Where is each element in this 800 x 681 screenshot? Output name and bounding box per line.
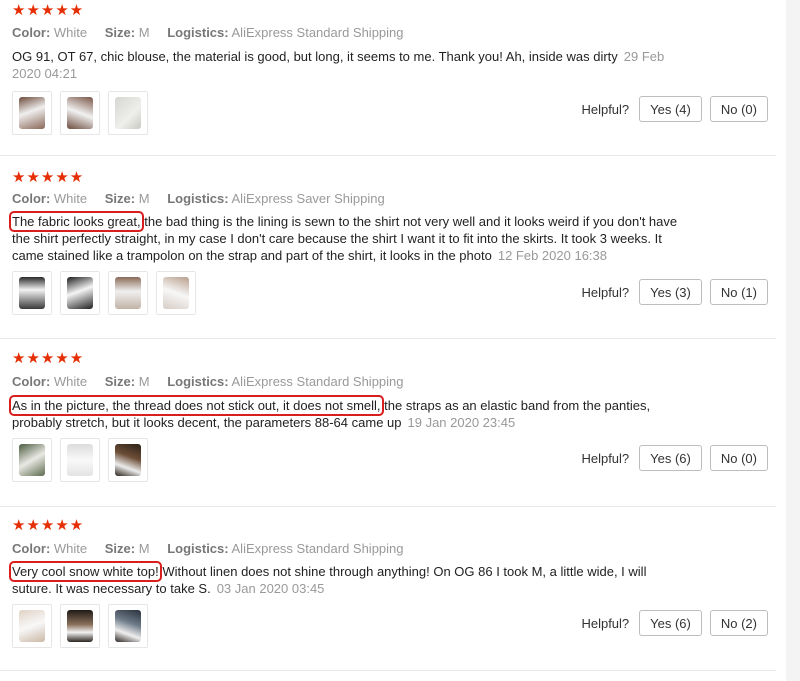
review-photos — [12, 271, 196, 315]
review-photo-thumbnail[interactable] — [12, 438, 52, 482]
rating-stars: ★★★★★ — [12, 350, 85, 367]
review-meta: Color: White Size: M Logistics: AliExpre… — [12, 374, 418, 390]
logistics-label: Logistics: — [167, 191, 229, 206]
color-value: White — [53, 191, 88, 206]
photo-2 — [67, 97, 93, 129]
rating-stars: ★★★★★ — [12, 2, 85, 19]
review-date: 12 Feb 2020 16:38 — [497, 248, 607, 263]
helpful-yes-button[interactable]: Yes (3) — [639, 279, 702, 305]
color-label: Color: — [12, 25, 51, 40]
helpful-controls: Helpful? Yes (3) No (1) — [581, 279, 768, 305]
review-photo-thumbnail[interactable] — [108, 604, 148, 648]
logistics-value: AliExpress Saver Shipping — [231, 191, 385, 206]
helpful-controls: Helpful? Yes (6) No (2) — [581, 610, 768, 636]
photo-1 — [19, 97, 45, 129]
size-label: Size: — [104, 191, 136, 206]
photo-3 — [115, 277, 141, 309]
logistics-label: Logistics: — [167, 374, 229, 389]
helpful-yes-button[interactable]: Yes (6) — [639, 445, 702, 471]
photo-2 — [67, 277, 93, 309]
logistics-value: AliExpress Standard Shipping — [231, 25, 404, 40]
rating-stars: ★★★★★ — [12, 169, 85, 186]
helpful-label: Helpful? — [581, 615, 630, 631]
photo-2 — [67, 444, 93, 476]
review-date: 03 Jan 2020 03:45 — [216, 581, 325, 596]
photo-2 — [67, 610, 93, 642]
review-meta: Color: White Size: M Logistics: AliExpre… — [12, 541, 418, 557]
helpful-label: Helpful? — [581, 450, 630, 466]
review-photo-thumbnail[interactable] — [12, 604, 52, 648]
color-value: White — [53, 374, 88, 389]
review-item: ★★★★★ Color: White Size: M Logistics: Al… — [0, 338, 776, 507]
photo-1 — [19, 610, 45, 642]
color-value: White — [53, 541, 88, 556]
color-label: Color: — [12, 374, 51, 389]
review-photos — [12, 604, 148, 648]
review-text: As in the picture, the thread does not s… — [9, 395, 682, 431]
logistics-label: Logistics: — [167, 25, 229, 40]
review-text: The fabric looks great, the bad thing is… — [9, 211, 682, 264]
review-photo-thumbnail[interactable] — [156, 271, 196, 315]
size-label: Size: — [104, 25, 136, 40]
review-photo-thumbnail[interactable] — [12, 91, 52, 135]
size-value: M — [138, 374, 150, 389]
photo-1 — [19, 277, 45, 309]
review-photos — [12, 438, 148, 482]
review-photos — [12, 91, 148, 135]
rating-stars: ★★★★★ — [12, 517, 85, 534]
helpful-label: Helpful? — [581, 101, 630, 117]
helpful-no-button[interactable]: No (2) — [709, 610, 768, 636]
review-photo-thumbnail[interactable] — [60, 604, 100, 648]
review-photo-thumbnail[interactable] — [108, 438, 148, 482]
review-item: ★★★★★ Color: White Size: M Logistics: Al… — [0, 0, 776, 156]
highlighted-phrase: Very cool snow white top! — [9, 561, 162, 582]
review-text: Very cool snow white top! Without linen … — [9, 561, 682, 597]
review-item: ★★★★★ Color: White Size: M Logistics: Al… — [0, 155, 776, 339]
review-photo-thumbnail[interactable] — [108, 91, 148, 135]
review-photo-thumbnail[interactable] — [60, 91, 100, 135]
color-label: Color: — [12, 541, 51, 556]
photo-3 — [115, 444, 141, 476]
helpful-yes-button[interactable]: Yes (4) — [639, 96, 702, 122]
review-photo-thumbnail[interactable] — [108, 271, 148, 315]
logistics-value: AliExpress Standard Shipping — [231, 374, 404, 389]
logistics-value: AliExpress Standard Shipping — [231, 541, 404, 556]
review-photo-thumbnail[interactable] — [60, 438, 100, 482]
reviews-page: ★★★★★ Color: White Size: M Logistics: Al… — [0, 0, 800, 681]
review-date: 19 Jan 2020 23:45 — [407, 415, 516, 430]
photo-4 — [163, 277, 189, 309]
size-label: Size: — [104, 374, 136, 389]
size-value: M — [138, 25, 150, 40]
review-meta: Color: White Size: M Logistics: AliExpre… — [12, 191, 399, 207]
helpful-controls: Helpful? Yes (4) No (0) — [581, 96, 768, 122]
review-body: OG 91, OT 67, chic blouse, the material … — [12, 49, 618, 64]
helpful-no-button[interactable]: No (0) — [709, 445, 768, 471]
highlighted-phrase: As in the picture, the thread does not s… — [9, 395, 384, 416]
photo-3 — [115, 610, 141, 642]
review-photo-thumbnail[interactable] — [12, 271, 52, 315]
review-meta: Color: White Size: M Logistics: AliExpre… — [12, 25, 418, 41]
helpful-label: Helpful? — [581, 284, 630, 300]
color-label: Color: — [12, 191, 51, 206]
helpful-yes-button[interactable]: Yes (6) — [639, 610, 702, 636]
photo-1 — [19, 444, 45, 476]
size-value: M — [138, 541, 150, 556]
review-text: OG 91, OT 67, chic blouse, the material … — [12, 48, 682, 82]
helpful-no-button[interactable]: No (0) — [709, 96, 768, 122]
helpful-controls: Helpful? Yes (6) No (0) — [581, 445, 768, 471]
review-item: ★★★★★ Color: White Size: M Logistics: Al… — [0, 506, 776, 671]
logistics-label: Logistics: — [167, 541, 229, 556]
color-value: White — [53, 25, 88, 40]
size-label: Size: — [104, 541, 136, 556]
photo-3 — [115, 97, 141, 129]
review-photo-thumbnail[interactable] — [60, 271, 100, 315]
helpful-no-button[interactable]: No (1) — [709, 279, 768, 305]
page-scrollbar[interactable] — [786, 0, 800, 681]
size-value: M — [138, 191, 150, 206]
highlighted-phrase: The fabric looks great, — [9, 211, 144, 232]
